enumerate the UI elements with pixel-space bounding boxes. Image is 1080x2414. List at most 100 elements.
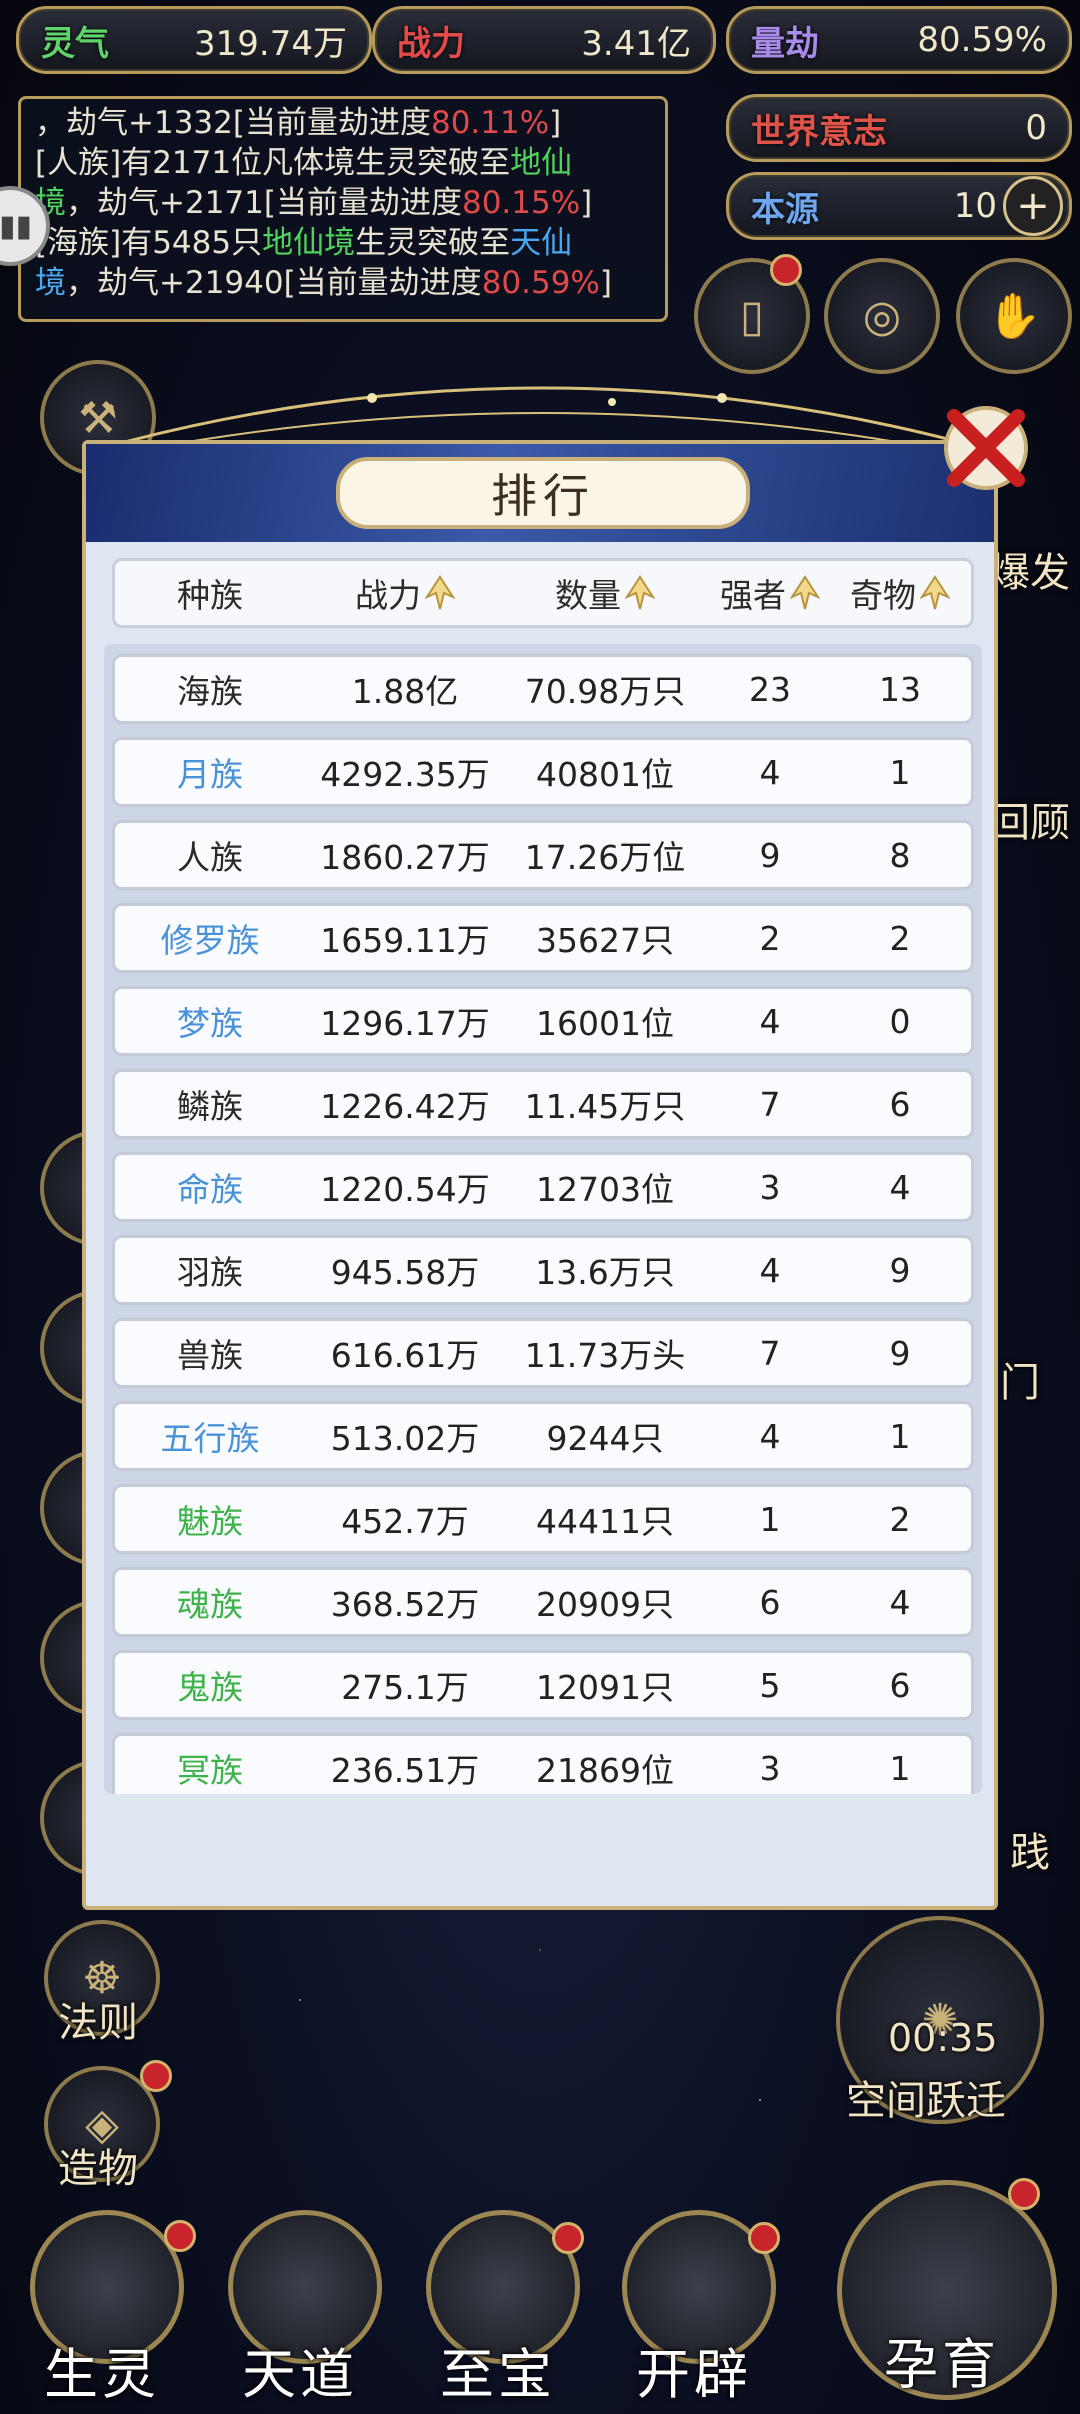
nav-shengling-label: 生灵 (44, 2343, 160, 2406)
ranking-row[interactable]: 鬼族 275.1万 12091只 5 6 (112, 1650, 974, 1720)
shijie-yizhi-value: 0 (1025, 108, 1047, 148)
strong-value: 3 (759, 1167, 781, 1207)
ranking-row[interactable]: 魅族 452.7万 44411只 1 2 (112, 1484, 974, 1554)
power-value: 1220.54万 (320, 1170, 490, 1209)
nav-tiandao[interactable]: 天道 (210, 2210, 390, 2406)
strong-value: 7 (759, 1333, 781, 1373)
space-jump-label: 空间跃迁 (846, 2078, 1006, 2124)
zaowu-label: 造物 (58, 2146, 138, 2192)
race-name: 人族 (177, 838, 243, 877)
ranking-row[interactable]: 梦族 1296.17万 16001位 4 0 (112, 986, 974, 1056)
ranking-row[interactable]: 命族 1220.54万 12703位 3 4 (112, 1152, 974, 1222)
liangjie-label: 量劫 (751, 23, 819, 64)
ranking-row[interactable]: 魂族 368.52万 20909只 6 4 (112, 1567, 974, 1637)
nav-yunyu-label: 孕育 (884, 2333, 1000, 2396)
count-value: 12703位 (536, 1170, 674, 1209)
lingqi-label: 灵气 (41, 23, 109, 64)
ranking-row[interactable]: 兽族 616.61万 11.73万头 7 9 (112, 1318, 974, 1388)
count-value: 17.26万位 (524, 838, 686, 877)
power-value: 616.61万 (330, 1336, 480, 1375)
col-header-count[interactable]: 数量 (505, 569, 705, 617)
log-line: [海族]有5485只地仙境生灵突破至天仙 (35, 225, 573, 261)
liangjie-value: 80.59% (917, 20, 1047, 60)
count-value: 44411只 (536, 1502, 674, 1541)
col-header-strong[interactable]: 强者 (705, 569, 835, 617)
power-value: 945.58万 (330, 1253, 480, 1292)
items-value: 9 (889, 1333, 911, 1373)
count-value: 16001位 (536, 1004, 674, 1043)
race-name: 海族 (177, 672, 243, 711)
benyuan-value: 10 (953, 186, 997, 226)
power-value: 1659.11万 (320, 921, 490, 960)
count-value: 20909只 (536, 1585, 674, 1624)
space-jump-timer: 00:35 (888, 2016, 998, 2060)
ranking-row[interactable]: 冥族 236.51万 21869位 3 1 (112, 1733, 974, 1794)
count-value: 9244只 (546, 1419, 664, 1458)
notification-dot (748, 2222, 780, 2254)
items-value: 6 (889, 1665, 911, 1705)
zhanli-value: 3.41亿 (581, 23, 691, 64)
col-header-items[interactable]: 奇物 (835, 569, 965, 617)
modal-header: 排行 (86, 444, 994, 542)
lingqi-stat: 灵气 319.74万 (16, 6, 372, 74)
power-value: 1.88亿 (351, 672, 459, 711)
ranking-row[interactable]: 羽族 945.58万 13.6万只 4 9 (112, 1235, 974, 1305)
count-value: 40801位 (536, 755, 674, 794)
power-value: 236.51万 (330, 1751, 480, 1790)
liangjie-stat[interactable]: 量劫 80.59% (726, 6, 1072, 74)
items-value: 4 (889, 1582, 911, 1622)
log-line: [人族]有2171位凡体境生灵突破至地仙 (35, 145, 573, 181)
items-value: 8 (889, 835, 911, 875)
race-name: 魂族 (177, 1585, 243, 1624)
shijie-yizhi-stat[interactable]: 世界意志 0 (726, 94, 1072, 162)
power-value: 1296.17万 (320, 1004, 490, 1043)
close-icon[interactable] (940, 402, 1032, 494)
ranking-list[interactable]: 海族 1.88亿 70.98万只 23 13 月族 4292.35万 40801位 4 1 人族 18… (104, 644, 982, 1794)
ranking-row[interactable]: 海族 1.88亿 70.98万只 23 13 (112, 654, 974, 724)
strong-value: 2 (759, 918, 781, 958)
items-value: 2 (889, 1499, 911, 1539)
baofa-label[interactable]: 爆发 (990, 540, 1070, 598)
count-value: 12091只 (536, 1668, 674, 1707)
ranking-row[interactable]: 月族 4292.35万 40801位 4 1 (112, 737, 974, 807)
notification-dot (164, 2220, 196, 2252)
col-header-race: 种族 (177, 576, 243, 615)
benyuan-label: 本源 (751, 189, 819, 230)
race-name: 魅族 (177, 1502, 243, 1541)
strong-value: 23 (749, 669, 791, 709)
count-value: 70.98万只 (524, 672, 686, 711)
vortex-icon-button[interactable]: ◎ (824, 258, 940, 374)
col-header-power[interactable]: 战力 (305, 569, 505, 617)
log-line: ，劫气+1332[当前量劫进度80.11%] (35, 105, 562, 141)
race-name: 鬼族 (177, 1668, 243, 1707)
nav-yunyu[interactable]: 孕育 (832, 2180, 1057, 2400)
ranking-row[interactable]: 人族 1860.27万 17.26万位 9 8 (112, 820, 974, 890)
notification-dot (552, 2222, 584, 2254)
event-log: ，劫气+1332[当前量劫进度80.11%] [人族]有2171位凡体境生灵突破… (18, 96, 668, 322)
notification-dot (140, 2060, 172, 2092)
nav-tiandao-label: 天道 (242, 2343, 358, 2406)
ranking-row[interactable]: 修罗族 1659.11万 35627只 2 2 (112, 903, 974, 973)
jian-label[interactable]: 践 (1010, 1820, 1050, 1878)
ranking-row[interactable]: 鳞族 1226.42万 11.45万只 7 6 (112, 1069, 974, 1139)
power-value: 368.52万 (330, 1585, 480, 1624)
race-name: 梦族 (177, 1004, 243, 1043)
strong-value: 4 (759, 1250, 781, 1290)
race-name: 兽族 (177, 1336, 243, 1375)
race-name: 月族 (177, 755, 243, 794)
ranking-row[interactable]: 五行族 513.02万 9244只 4 1 (112, 1401, 974, 1471)
notification-dot (1008, 2178, 1040, 2210)
sort-arrow-icon (625, 575, 655, 610)
race-name: 鳞族 (177, 1087, 243, 1126)
faze-label: 法则 (58, 2000, 138, 2046)
strong-value: 3 (759, 1748, 781, 1788)
sort-arrow-icon (920, 575, 950, 610)
add-benyuan-button[interactable]: + (1003, 176, 1063, 236)
men-label[interactable]: 门 (1000, 1350, 1040, 1408)
hand-icon-button[interactable]: ✋ (956, 258, 1072, 374)
race-name: 命族 (177, 1170, 243, 1209)
strong-value: 1 (759, 1499, 781, 1539)
huigu-label[interactable]: 回顾 (990, 790, 1070, 848)
items-value: 1 (889, 1748, 911, 1788)
benyuan-stat: 本源 10 + (726, 172, 1072, 240)
